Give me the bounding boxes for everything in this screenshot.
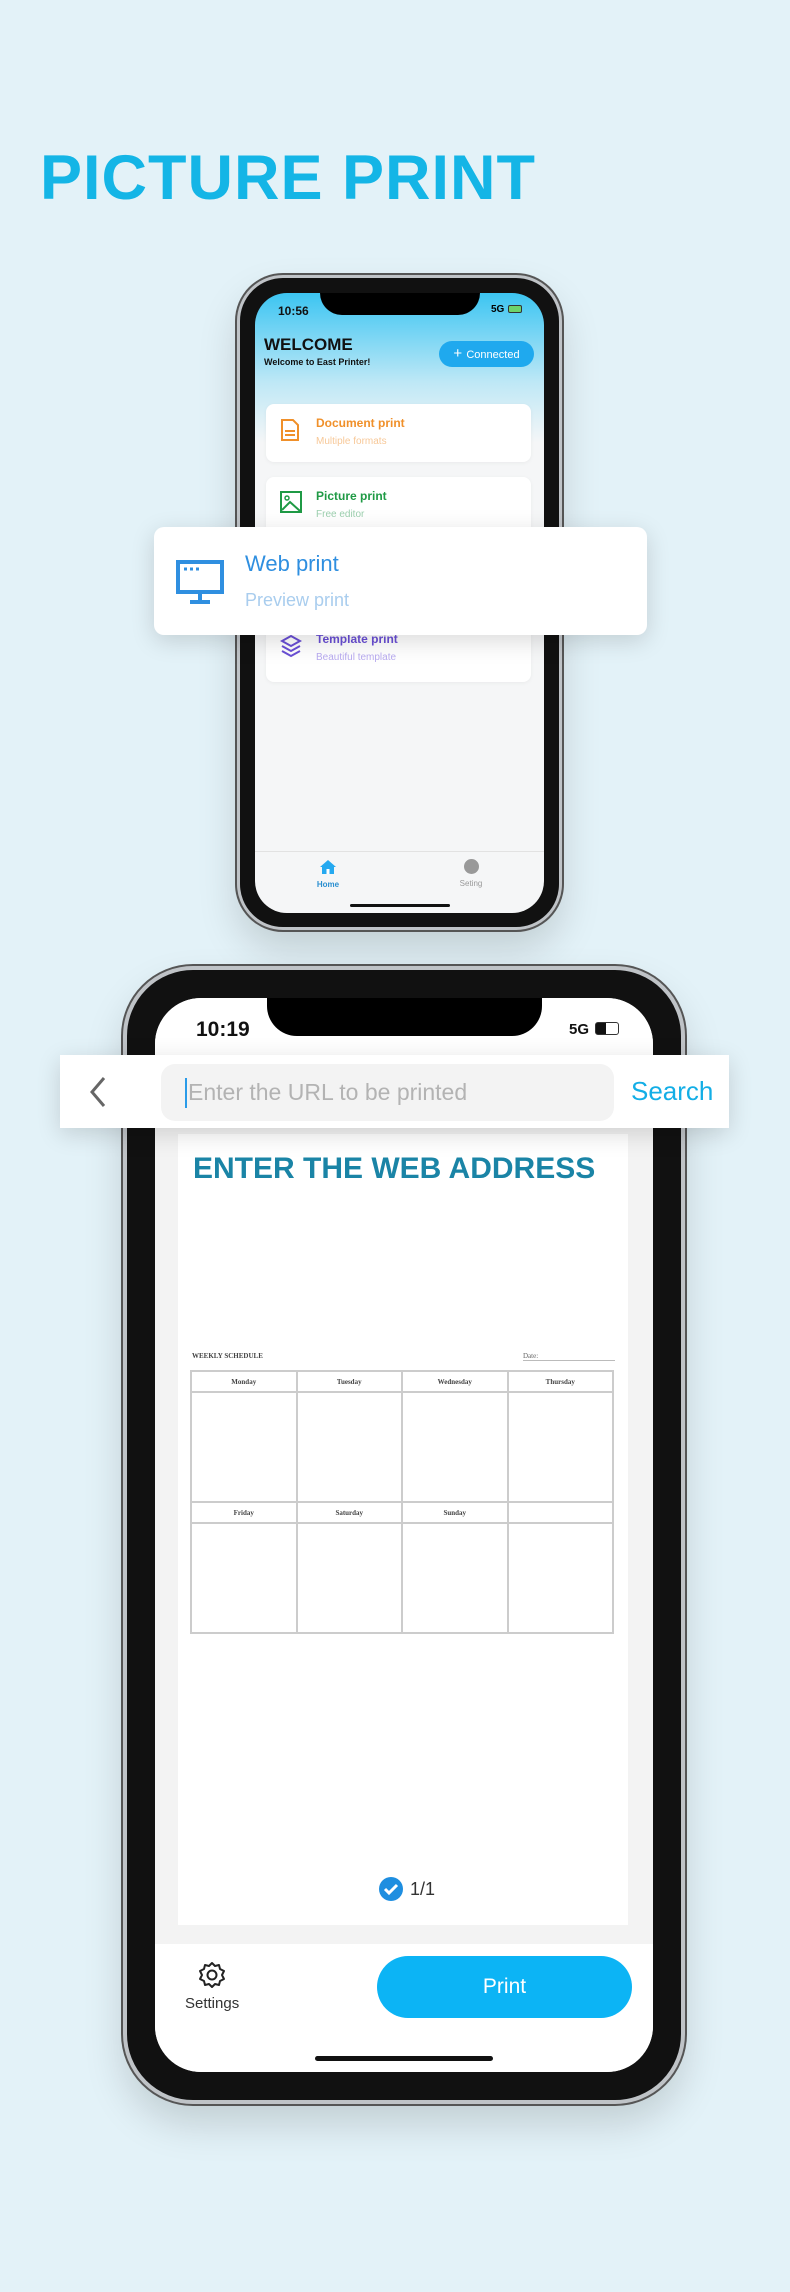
web-print-screen: 10:19 5G ENTER THE WEB ADDRESS WEEKLY SC… (155, 998, 653, 2072)
home-icon (320, 860, 336, 874)
card-document-print[interactable]: Document print Multiple formats (266, 404, 531, 462)
card-subtitle: Beautiful template (316, 652, 397, 663)
connected-label: Connected (466, 349, 520, 361)
tab-home[interactable]: Home (310, 859, 346, 889)
layers-icon (280, 634, 302, 658)
welcome-title: WELCOME (264, 335, 353, 354)
battery-icon (595, 1022, 619, 1035)
schedule-table: Monday Tuesday Wednesday Thursday Friday Sat… (190, 1370, 614, 1634)
tab-setting[interactable]: Seting (453, 859, 489, 888)
connected-button[interactable]: + Connected (439, 341, 534, 367)
monitor-icon (176, 560, 224, 604)
image-icon (280, 491, 302, 513)
card-subtitle: Multiple formats (316, 436, 387, 447)
web-print-card[interactable]: Web print Preview print (154, 527, 647, 635)
home-indicator (350, 904, 450, 907)
home-indicator (315, 2056, 493, 2061)
card-title: Picture print (316, 489, 387, 503)
tab-label: Home (316, 880, 340, 889)
text-cursor (185, 1078, 187, 1108)
url-placeholder: Enter the URL to be printed (188, 1079, 468, 1105)
back-chevron-icon[interactable] (88, 1075, 108, 1109)
battery-icon (508, 305, 522, 313)
page-indicator[interactable]: 1/1 (378, 1876, 435, 1902)
url-search-bar: Enter the URL to be printed Search (60, 1055, 729, 1128)
card-subtitle: Free editor (316, 509, 365, 520)
schedule-date: Date: (523, 1352, 615, 1361)
web-print-subtitle: Preview print (245, 590, 350, 610)
document-icon (281, 419, 299, 441)
page-preview: ENTER THE WEB ADDRESS WEEKLY SCHEDULE Da… (178, 1134, 628, 1925)
schedule-title: WEEKLY SCHEDULE (192, 1352, 263, 1360)
check-circle-icon (379, 1877, 403, 1901)
web-print-title: Web print (245, 551, 339, 576)
plus-icon: + (453, 345, 467, 362)
page-title: PICTURE PRINT (40, 143, 537, 213)
robot-icon (463, 859, 479, 874)
search-button[interactable]: Search (631, 1076, 713, 1107)
welcome-subtitle: Welcome to East Printer! (264, 357, 371, 367)
network-label: 5G (569, 1021, 590, 1038)
url-input[interactable]: Enter the URL to be printed (161, 1064, 614, 1121)
tab-label: Seting (459, 879, 483, 888)
preview-heading: ENTER THE WEB ADDRESS (193, 1152, 596, 1185)
gear-icon (199, 1962, 225, 1988)
status-time: 10:56 (278, 304, 309, 318)
card-title: Document print (316, 416, 405, 430)
network-label: 5G (491, 304, 505, 315)
print-button[interactable]: Print (377, 1956, 632, 2018)
status-time: 10:19 (196, 1018, 250, 1041)
settings-button[interactable]: Settings (185, 1960, 239, 2012)
